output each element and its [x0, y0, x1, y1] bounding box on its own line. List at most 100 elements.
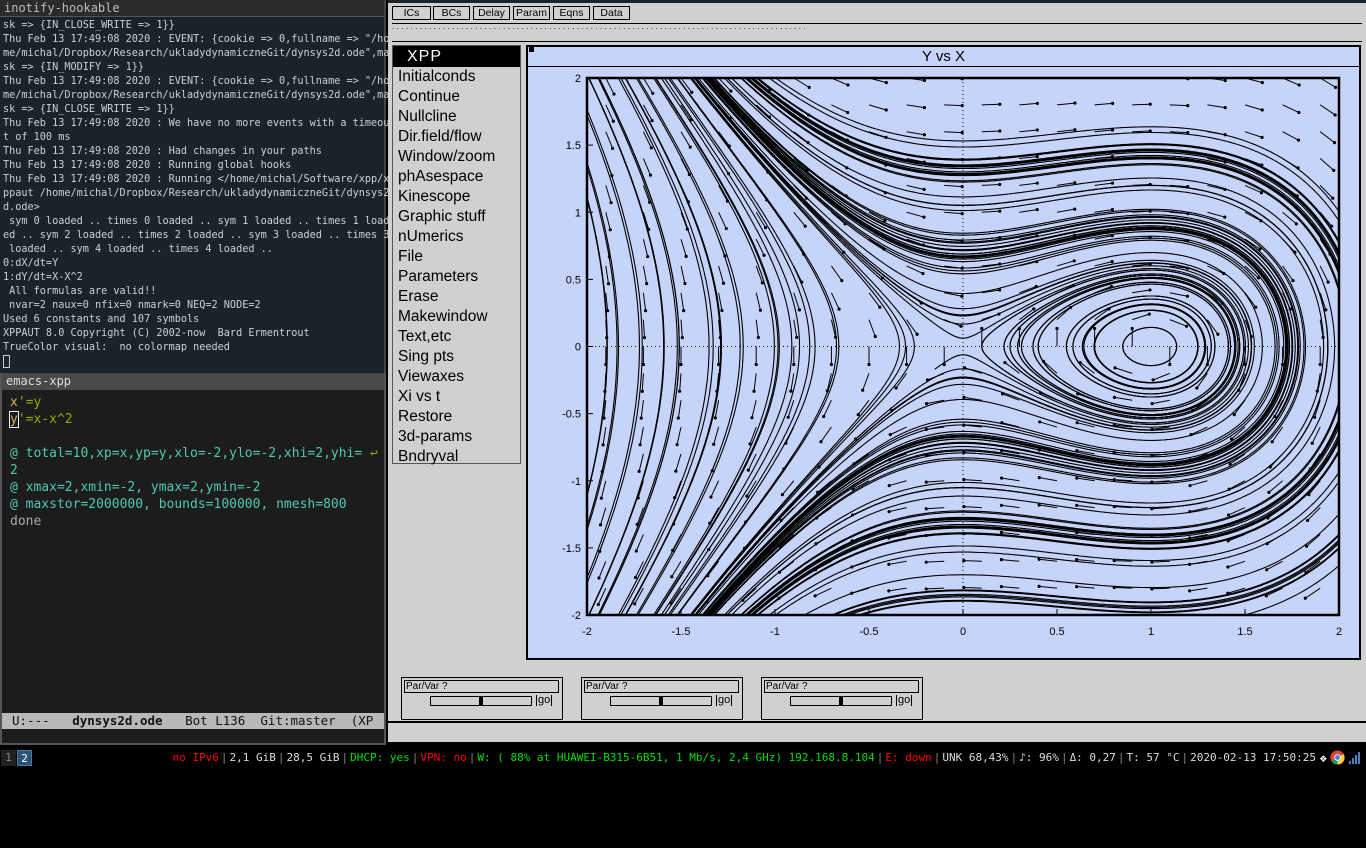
signal-icon[interactable]: [1348, 750, 1362, 765]
direction-field-arrow: [1094, 102, 1113, 106]
direction-field-arrow: [1001, 477, 1020, 482]
direction-field-arrowhead: [1072, 233, 1077, 237]
terminal-window[interactable]: inotify-hookable sk => {IN_CLOSE_WRITE =…: [0, 0, 389, 373]
direction-field-arrowhead: [922, 243, 926, 247]
menu-item-phasespace[interactable]: phAsespace: [393, 167, 520, 187]
direction-field-arrowhead: [915, 332, 919, 336]
direction-field-arrowhead: [1186, 266, 1190, 270]
direction-field-arrow: [713, 426, 720, 445]
menu-item-numerics[interactable]: nUmerics: [393, 227, 520, 247]
emacs-buffer[interactable]: x'=y y'=x-x^2 @ total=10,xp=x,yp=y,xlo=-…: [2, 390, 384, 534]
slider-2-label[interactable]: Par/Var ?: [584, 680, 739, 693]
slider-2-track[interactable]: [610, 696, 712, 706]
slider-2-go-button[interactable]: go: [716, 695, 733, 706]
direction-field-arrow: [605, 212, 611, 230]
workspace-1-button[interactable]: 1: [1, 750, 16, 766]
direction-field-arrowhead: [1148, 262, 1152, 266]
slider-1-go-button[interactable]: go: [536, 695, 553, 706]
direction-field-arrow: [926, 507, 945, 510]
direction-field-arrow: [1040, 392, 1058, 401]
direction-field-arrowhead: [1260, 108, 1264, 112]
slider-1-track[interactable]: [430, 696, 532, 706]
terminal-output[interactable]: sk => {IN_CLOSE_WRITE => 1}} Thu Feb 13 1…: [0, 17, 389, 372]
slider-1-label[interactable]: Par/Var ?: [404, 680, 559, 693]
menu-item-text-etc[interactable]: Text,etc: [393, 327, 520, 347]
direction-field-arrowhead: [1035, 128, 1039, 132]
direction-field-arrowhead: [853, 437, 858, 441]
direction-field-arrowhead: [1035, 207, 1039, 212]
direction-field-arrowhead: [1297, 110, 1301, 115]
direction-field-arrowhead: [1150, 587, 1154, 591]
menu-item-window-zoom[interactable]: Window/zoom: [393, 147, 520, 167]
workspace-2-button[interactable]: 2: [17, 750, 32, 766]
menu-item-kinescope[interactable]: Kinescope: [393, 187, 520, 207]
menu-item-erase[interactable]: Erase: [393, 287, 520, 307]
slider-3-label[interactable]: Par/Var ?: [764, 680, 919, 693]
direction-field-arrowhead: [1237, 388, 1241, 392]
direction-field-arrow: [1039, 558, 1058, 562]
direction-field-arrowhead: [1035, 234, 1039, 238]
direction-field-arrowhead: [887, 562, 891, 566]
menu-item-file[interactable]: File: [393, 247, 520, 267]
direction-field-arrowhead: [1148, 236, 1152, 240]
menu-item-continue[interactable]: Continue: [393, 87, 520, 107]
direction-field-arrow: [890, 426, 907, 436]
direction-field-arrowhead: [742, 572, 746, 576]
slider-2-thumb[interactable]: [659, 697, 663, 705]
direction-field-arrowhead: [1017, 326, 1021, 331]
slider-3-thumb[interactable]: [839, 697, 843, 705]
direction-field-arrowhead: [840, 279, 844, 283]
menu-item-initialconds[interactable]: Initialconds: [393, 67, 520, 87]
direction-field-arrow: [926, 560, 945, 563]
menu-item-xi-vs-t[interactable]: Xi vs t: [393, 387, 520, 407]
direction-field-arrowhead: [1226, 539, 1230, 543]
menu-item-makewindow[interactable]: Makewindow: [393, 307, 520, 327]
direction-field-arrow: [963, 506, 982, 509]
data-button[interactable]: Data: [593, 6, 630, 20]
phase-plane[interactable]: -2 -1.5 -1 -0.5 0 0.5 1 1.5 2 2 1.5 1 0.5 0 -0.5 -1 -1.5…: [528, 47, 1359, 658]
menu-item-parameters[interactable]: Parameters: [393, 267, 520, 287]
direction-field-arrow: [1244, 131, 1263, 138]
param-button[interactable]: Param: [513, 6, 550, 20]
menu-item-restore[interactable]: Restore: [393, 407, 520, 427]
direction-field-arrowhead: [779, 518, 783, 523]
direction-field-arrowhead: [998, 102, 1002, 106]
direction-field-arrowhead: [1075, 503, 1079, 507]
menu-item-3d-params[interactable]: 3d-params: [393, 427, 520, 447]
terminal-line: loaded .. sym 4 loaded .. times 4 loaded…: [3, 244, 273, 255]
menu-item-viewaxes[interactable]: Viewaxes: [393, 367, 520, 387]
chrome-icon[interactable]: [1330, 750, 1345, 765]
direction-field-arrowhead: [1186, 212, 1190, 216]
direction-field-arrowhead: [795, 335, 799, 340]
plot-window[interactable]: Y vs X -2 -1.5 -1 -0.5 0 0.5 1 1.5 2 2 1.5 1 0.5 0 -0.…: [526, 45, 1361, 660]
terminal-line: Used 6 constants and 107 symbols: [3, 314, 200, 325]
bcs-button[interactable]: BCs: [433, 6, 470, 20]
xppaut-window[interactable]: ICs BCs Delay Param Eqns Data ..........…: [388, 0, 1366, 745]
menu-item-nullcline[interactable]: Nullcline: [393, 107, 520, 127]
slider-3-track[interactable]: [790, 696, 892, 706]
ics-button[interactable]: ICs: [392, 6, 431, 20]
eqns-button[interactable]: Eqns: [553, 6, 590, 20]
direction-field-arrow: [1282, 104, 1300, 113]
command-input[interactable]: ........................................…: [392, 23, 1362, 42]
menu-item-graphic-stuff[interactable]: Graphic stuff: [393, 207, 520, 227]
slider-1-thumb[interactable]: [479, 697, 483, 705]
slider-3-go-button[interactable]: go: [896, 695, 913, 706]
direction-field-arrowhead: [720, 308, 724, 313]
direction-field-arrow: [1282, 238, 1296, 253]
code-line-5: @ maxstor=2000000, bounds=100000, nmesh=…: [10, 497, 347, 512]
direction-field-arrow: [1001, 422, 1020, 428]
direction-field-arrowhead: [1113, 366, 1117, 370]
trajectory: [1093, 309, 1199, 384]
menu-item-sing-pts[interactable]: Sing pts: [393, 347, 520, 367]
direction-field-arrowhead: [647, 200, 652, 204]
delay-button[interactable]: Delay: [473, 6, 510, 20]
direction-field-arrow: [944, 131, 963, 134]
menu-item-bndryval[interactable]: Bndryval: [393, 447, 520, 467]
direction-field-arrow: [981, 210, 1000, 213]
direction-field-arrow: [888, 560, 907, 565]
dropbox-icon[interactable]: ❖: [1320, 750, 1327, 766]
emacs-window[interactable]: emacs-xpp x'=y y'=x-x^2 @ total=10,xp=x,…: [0, 373, 386, 745]
menu-item-dir-field-flow[interactable]: Dir.field/flow: [393, 127, 520, 147]
direction-field-arrowhead: [599, 496, 603, 500]
